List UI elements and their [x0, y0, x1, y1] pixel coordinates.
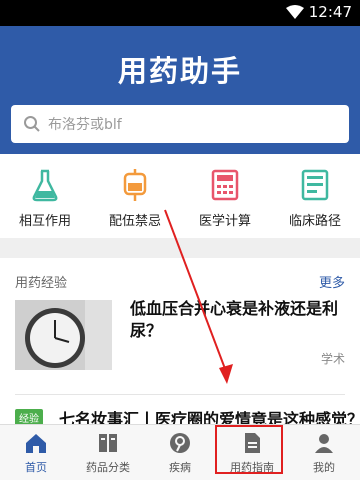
tab-label: 首页 [25, 461, 47, 474]
list-divider [15, 394, 345, 395]
section-heading: 用药经验 [15, 276, 68, 291]
home-icon [24, 431, 48, 455]
signal-icon [273, 6, 285, 24]
tab-label: 药品分类 [86, 461, 130, 474]
status-bar: 12:47 [0, 0, 360, 26]
clipboard-icon [300, 168, 330, 202]
quick-label: 医学计算 [198, 214, 251, 229]
tab-label: 我的 [313, 461, 335, 474]
tab-disease[interactable]: 疾病 [144, 431, 216, 475]
section-divider [0, 238, 360, 258]
flask-icon [30, 168, 60, 202]
quick-compatibility[interactable]: 配伍禁忌 [90, 168, 180, 229]
book-icon [96, 431, 120, 455]
app-title: 用药助手 [117, 54, 242, 88]
quick-calculator[interactable]: 医学计算 [180, 168, 270, 229]
disease-icon [168, 431, 192, 455]
search-input[interactable]: 布洛芬或blf [11, 105, 349, 143]
article-thumbnail [15, 300, 112, 370]
article-title: 低血压合并心衰是补液还是利尿？ [130, 299, 339, 340]
search-icon [23, 115, 41, 137]
wifi-icon [286, 5, 304, 23]
quick-label: 配伍禁忌 [108, 214, 161, 229]
tab-home[interactable]: 首页 [0, 431, 72, 475]
quick-interactions[interactable]: 相互作用 [0, 168, 90, 229]
tab-me[interactable]: 我的 [288, 431, 360, 475]
article-title: 七名妆事汇丨医疗圈的爱情竟是这种感觉？ [59, 410, 360, 426]
quick-actions: 相互作用 配伍禁忌 医学计算 临床路径 [0, 154, 360, 238]
highlight-box [215, 425, 283, 474]
experience-section: 用药经验 更多 低血压合并心衰是补液还是利尿？ 学术 经验 七名妆事汇丨医疗圈的… [0, 258, 360, 426]
iv-bag-icon [120, 168, 150, 202]
search-placeholder: 布洛芬或blf [48, 117, 122, 133]
calculator-icon [210, 168, 240, 202]
article-item[interactable]: 经验 七名妆事汇丨医疗圈的爱情竟是这种感觉？ [15, 406, 360, 426]
user-icon [312, 431, 336, 455]
quick-label: 临床路径 [288, 214, 341, 229]
quick-pathway[interactable]: 临床路径 [270, 168, 360, 229]
app-header: 用药助手 布洛芬或blf [0, 26, 360, 154]
quick-label: 相互作用 [18, 214, 71, 229]
article-tag: 学术 [320, 352, 345, 366]
clock: 12:47 [308, 3, 352, 21]
bottom-tab-bar: 首页 药品分类 疾病 用药指南 我的 [0, 424, 360, 480]
article-item[interactable]: 低血压合并心衰是补液还是利尿？ 学术 [15, 296, 345, 372]
tab-drug-categories[interactable]: 药品分类 [72, 431, 144, 475]
more-link[interactable]: 更多 [319, 272, 345, 291]
tab-label: 疾病 [169, 461, 191, 474]
